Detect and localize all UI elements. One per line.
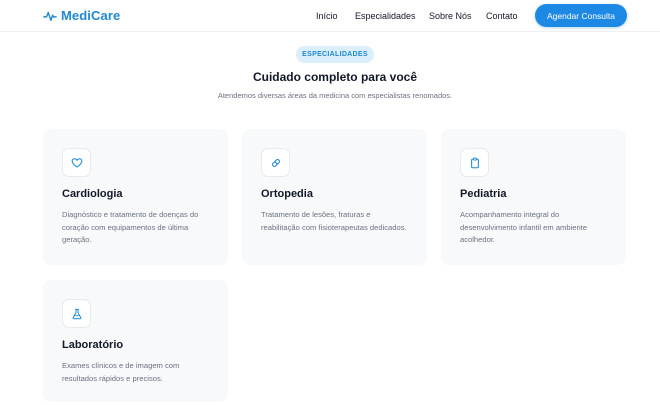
pill-icon bbox=[271, 158, 280, 167]
clipboard-icon bbox=[470, 157, 479, 168]
card-icon-wrapper bbox=[62, 299, 91, 328]
specialty-card-pediatria[interactable]: Pediatria Acompanhamento integral do des… bbox=[441, 129, 626, 265]
heart-icon bbox=[71, 157, 82, 168]
site-header: MediCare Início Especialidades Sobre Nós… bbox=[0, 0, 660, 32]
card-title: Ortopedia bbox=[261, 188, 313, 200]
specialty-card-laboratorio[interactable]: Laboratório Exames clínicos e de imagem … bbox=[43, 280, 228, 402]
flask-icon bbox=[72, 308, 81, 319]
card-description: Acompanhamento integral do desenvolvimen… bbox=[460, 210, 588, 244]
card-icon-wrapper bbox=[62, 148, 91, 177]
card-description: Diagnóstico e tratamento de doenças do c… bbox=[62, 210, 199, 244]
section-title: Cuidado completo para você bbox=[252, 70, 418, 84]
card-icon-wrapper bbox=[460, 148, 489, 177]
nav-link-sobre-nos[interactable]: Sobre Nós bbox=[429, 11, 472, 21]
card-description: Exames clínicos e de imagem com resultad… bbox=[62, 361, 180, 383]
nav-link-inicio[interactable]: Início bbox=[316, 11, 338, 21]
card-title: Laboratório bbox=[62, 339, 124, 351]
card-title: Cardiologia bbox=[62, 188, 123, 200]
card-description: Tratamento de lesões, fraturas e reabili… bbox=[261, 210, 407, 232]
nav-link-especialidades[interactable]: Especialidades bbox=[355, 11, 416, 21]
nav-link-contato[interactable]: Contato bbox=[486, 11, 518, 21]
specialty-card-cardiologia[interactable]: Cardiologia Diagnóstico e tratamento de … bbox=[43, 129, 228, 265]
card-title: Pediatria bbox=[460, 188, 507, 200]
section-subtitle: Atendemos diversas áreas da medicina com… bbox=[217, 91, 453, 100]
card-icon-wrapper bbox=[261, 148, 290, 177]
section-badge: ESPECIALIDADES bbox=[296, 46, 374, 63]
schedule-appointment-button[interactable]: Agendar Consulta bbox=[535, 4, 627, 27]
specialty-card-ortopedia[interactable]: Ortopedia Tratamento de lesões, fraturas… bbox=[242, 129, 427, 265]
